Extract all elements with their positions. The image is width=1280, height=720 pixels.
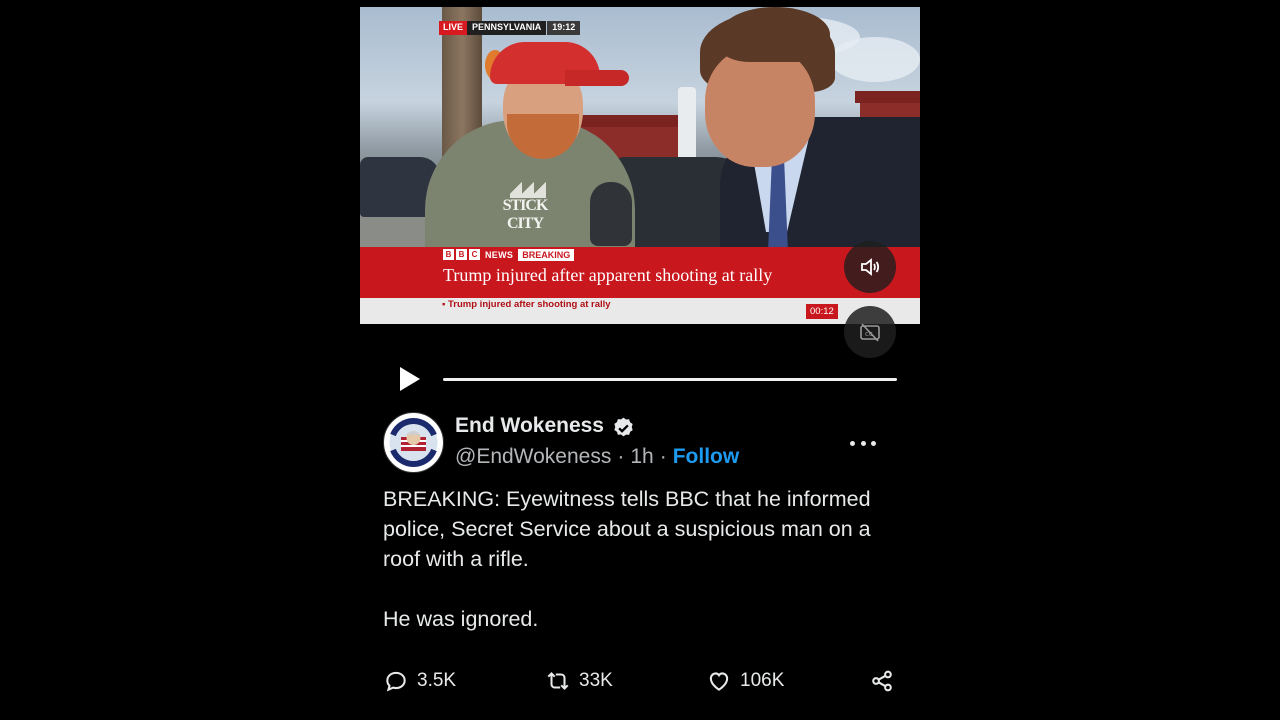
ticker-text: ▪ Trump injured after shooting at rally bbox=[442, 299, 611, 310]
live-location-tag: LIVE PENNSYLVANIA 19:12 bbox=[439, 21, 581, 35]
channel-letter: B bbox=[456, 249, 467, 260]
avatar-image bbox=[384, 413, 443, 472]
verified-icon bbox=[614, 417, 633, 437]
shirt-logo: STICK CITY bbox=[502, 197, 549, 232]
more-dot bbox=[860, 440, 866, 446]
clip-timer: 00:12 bbox=[806, 304, 838, 319]
video-player[interactable]: STICK CITY LIVE PENNSYLVANIA 19:12 B B C… bbox=[360, 7, 920, 324]
author-avatar[interactable] bbox=[383, 412, 444, 473]
tweet-paragraph: BREAKING: Eyewitness tells BBC that he i… bbox=[383, 487, 871, 571]
repost-count: 33K bbox=[579, 670, 613, 691]
more-dot bbox=[850, 440, 855, 446]
author-handle[interactable]: @EndWokeness bbox=[455, 445, 611, 469]
verified-badge bbox=[611, 416, 636, 441]
heart-icon bbox=[709, 672, 729, 691]
tweet-actions: 3.5K 33K 106K bbox=[383, 668, 903, 700]
like-count: 106K bbox=[740, 670, 785, 691]
tweet-panel: STICK CITY LIVE PENNSYLVANIA 19:12 B B C… bbox=[360, 0, 920, 720]
author-meta: @EndWokeness · 1h · Follow bbox=[455, 445, 739, 469]
captions-button[interactable]: cc bbox=[844, 306, 896, 358]
reporter bbox=[700, 7, 920, 267]
follow-button[interactable]: Follow bbox=[673, 445, 740, 469]
play-icon bbox=[400, 367, 420, 391]
broadcast-time: 19:12 bbox=[547, 21, 581, 35]
tweet-text: BREAKING: Eyewitness tells BBC that he i… bbox=[383, 484, 903, 634]
reply-icon bbox=[386, 671, 406, 692]
progress-scrubber[interactable] bbox=[443, 378, 897, 381]
post-time[interactable]: 1h bbox=[630, 445, 653, 469]
author-name[interactable]: End Wokeness bbox=[455, 414, 604, 438]
more-options-button[interactable] bbox=[850, 432, 876, 454]
sound-button[interactable] bbox=[844, 241, 896, 293]
separator-dot: · bbox=[659, 445, 667, 468]
more-dot bbox=[871, 440, 876, 446]
play-button[interactable] bbox=[398, 366, 422, 392]
share-button[interactable] bbox=[869, 668, 895, 694]
location-label: PENNSYLVANIA bbox=[467, 21, 547, 35]
channel-brand: B B C NEWS BREAKING bbox=[443, 248, 575, 261]
breaking-label: BREAKING bbox=[518, 248, 575, 261]
share-icon bbox=[872, 670, 892, 692]
like-button[interactable]: 106K bbox=[706, 668, 784, 694]
news-headline: Trump injured after apparent shooting at… bbox=[443, 265, 773, 285]
channel-letter: B bbox=[443, 249, 454, 260]
channel-letter: C bbox=[469, 249, 480, 260]
tweet-paragraph: He was ignored. bbox=[383, 607, 539, 631]
volume-icon bbox=[861, 258, 880, 276]
reply-count: 3.5K bbox=[417, 670, 457, 691]
separator-dot: · bbox=[617, 445, 625, 468]
repost-icon bbox=[547, 671, 569, 691]
live-badge: LIVE bbox=[439, 21, 468, 35]
channel-name: NEWS bbox=[485, 249, 514, 260]
captions-off-icon: cc bbox=[860, 323, 880, 342]
reply-button[interactable]: 3.5K bbox=[383, 668, 456, 694]
microphone bbox=[590, 182, 632, 246]
repost-button[interactable]: 33K bbox=[545, 668, 613, 694]
